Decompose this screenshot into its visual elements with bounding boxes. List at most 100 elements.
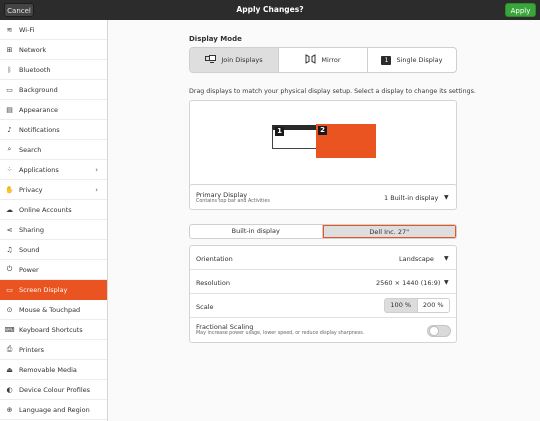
- monitor-1[interactable]: 1: [272, 125, 317, 149]
- sidebar-item-label: Device Colour Profiles: [19, 385, 91, 394]
- display-icon: ▭: [6, 285, 13, 294]
- single-display-label: Single Display: [396, 56, 443, 64]
- join-displays-label: Join Displays: [221, 56, 263, 64]
- join-displays-icon: [205, 54, 217, 66]
- single-display-button[interactable]: 1 Single Display: [368, 48, 456, 72]
- divider: [190, 269, 456, 270]
- tab-dell-27[interactable]: Dell Inc. 27": [322, 225, 456, 238]
- notifications-icon: ♪: [7, 125, 12, 134]
- sidebar-item-online-accounts[interactable]: ☁ Online Accounts: [0, 200, 107, 220]
- sidebar-item-search[interactable]: ⌕ Search: [0, 140, 107, 160]
- display-settings-card: Orientation Landscape ▼ Resolution 2560 …: [189, 245, 457, 343]
- appearance-icon: ▤: [6, 105, 13, 114]
- dropdown-arrow-icon: ▼: [444, 194, 449, 201]
- monitor-1-label: 1: [275, 127, 284, 136]
- sidebar-item-bluetooth[interactable]: ᛒ Bluetooth: [0, 60, 107, 80]
- scale-200-button[interactable]: 200 %: [417, 299, 449, 312]
- sidebar-item-power[interactable]: ⏻ Power: [0, 260, 107, 280]
- mouse-icon: ⊙: [6, 305, 13, 314]
- printer-icon: ⎙: [6, 345, 13, 353]
- network-icon: ⊞: [6, 45, 13, 54]
- sidebar-item-network[interactable]: ⊞ Network: [0, 40, 107, 60]
- power-icon: ⏻: [6, 265, 13, 273]
- online-accounts-icon: ☁: [6, 205, 13, 214]
- primary-display-row[interactable]: Primary Display Contains top bar and Act…: [189, 184, 457, 210]
- bluetooth-icon: ᛒ: [7, 65, 12, 74]
- single-display-icon: 1: [381, 55, 392, 65]
- sidebar-item-background[interactable]: ▭ Background: [0, 80, 107, 100]
- fractional-scaling-switch[interactable]: [427, 325, 451, 337]
- sidebar-item-applications[interactable]: ⁘ Applications ›: [0, 160, 107, 180]
- sidebar-item-label: Sharing: [19, 225, 44, 234]
- dialog-title: Apply Changes?: [236, 5, 304, 14]
- sidebar-item-printers[interactable]: ⎙ Printers: [0, 340, 107, 360]
- mirror-button[interactable]: Mirror: [279, 48, 368, 72]
- privacy-icon: ✋: [5, 185, 14, 194]
- sidebar-item-label: Notifications: [19, 125, 60, 134]
- sidebar-item-label: Removable Media: [19, 365, 77, 374]
- sidebar-item-label: Screen Display: [19, 285, 68, 294]
- sidebar-item-keyboard-shortcuts[interactable]: ⌨ Keyboard Shortcuts: [0, 320, 107, 340]
- primary-display-subtitle: Contains top bar and Activities: [196, 199, 270, 204]
- applications-icon: ⁘: [6, 165, 13, 174]
- primary-display-value: 1 Built-in display: [384, 194, 439, 202]
- fractional-scaling-label: Fractional Scaling: [196, 323, 254, 331]
- display-mode-selector: Join Displays Mirror 1 Single Display: [189, 47, 457, 73]
- sidebar-item-sharing[interactable]: ⋖ Sharing: [0, 220, 107, 240]
- display-tabs: Built-in display Dell Inc. 27": [189, 224, 457, 239]
- orientation-dropdown[interactable]: Landscape: [399, 255, 434, 263]
- sidebar-item-label: Applications: [19, 165, 59, 174]
- dropdown-arrow-icon: ▼: [444, 279, 449, 286]
- sidebar-item-mouse-touchpad[interactable]: ⊙ Mouse & Touchpad: [0, 300, 107, 320]
- cancel-button[interactable]: Cancel: [4, 3, 34, 17]
- language-icon: ⊕: [6, 405, 13, 414]
- sidebar-item-language-and-region[interactable]: ⊕ Language and Region: [0, 400, 107, 420]
- sidebar-item-wi-fi[interactable]: ≋ Wi-Fi: [0, 20, 107, 40]
- sound-icon: ♫: [6, 245, 13, 254]
- sidebar-item-sound[interactable]: ♫ Sound: [0, 240, 107, 260]
- monitor-2[interactable]: 2: [316, 124, 376, 158]
- header-bar: Apply Changes? Cancel Apply: [0, 0, 540, 20]
- switch-knob: [429, 326, 439, 336]
- resolution-dropdown[interactable]: 2560 × 1440 (16:9): [376, 279, 440, 287]
- tab-built-in-display[interactable]: Built-in display: [190, 225, 323, 238]
- sidebar-item-removable-media[interactable]: ⏏ Removable Media: [0, 360, 107, 380]
- sidebar-item-notifications[interactable]: ♪ Notifications: [0, 120, 107, 140]
- monitor-2-label: 2: [318, 126, 327, 135]
- sharing-icon: ⋖: [6, 225, 13, 234]
- sidebar-item-appearance[interactable]: ▤ Appearance: [0, 100, 107, 120]
- sidebar-item-screen-display[interactable]: ▭ Screen Display: [0, 280, 107, 300]
- sidebar-item-label: Printers: [19, 345, 45, 354]
- sidebar-item-label: Language and Region: [19, 405, 90, 414]
- sidebar-item-label: Network: [19, 45, 47, 54]
- search-icon: ⌕: [7, 145, 12, 153]
- colour-profiles-icon: ◐: [6, 385, 13, 394]
- orientation-label: Orientation: [196, 255, 233, 263]
- sidebar-item-privacy[interactable]: ✋ Privacy ›: [0, 180, 107, 200]
- wifi-icon: ≋: [6, 25, 13, 34]
- divider: [190, 293, 456, 294]
- mirror-icon: [305, 54, 316, 66]
- chevron-right-icon: ›: [95, 185, 98, 194]
- sidebar-item-label: Wi-Fi: [19, 25, 35, 34]
- removable-media-icon: ⏏: [6, 365, 13, 374]
- sidebar-item-label: Mouse & Touchpad: [19, 305, 81, 314]
- primary-display-label: Primary Display: [196, 191, 248, 199]
- display-mode-heading: Display Mode: [189, 35, 242, 43]
- dropdown-arrow-icon: ▼: [444, 255, 449, 262]
- scale-100-button[interactable]: 100 %: [385, 299, 418, 312]
- scale-selector: 100 % 200 %: [384, 298, 450, 313]
- sidebar-item-label: Bluetooth: [19, 65, 51, 74]
- sidebar-item-label: Keyboard Shortcuts: [19, 325, 83, 334]
- keyboard-icon: ⌨: [4, 325, 15, 334]
- resolution-label: Resolution: [196, 279, 230, 287]
- scale-label: Scale: [196, 303, 214, 311]
- sidebar-item-label: Privacy: [19, 185, 43, 194]
- sidebar-item-label: Online Accounts: [19, 205, 72, 214]
- sidebar-item-label: Appearance: [19, 105, 59, 114]
- sidebar-item-label: Power: [19, 265, 39, 274]
- sidebar-item-device-colour-profiles[interactable]: ◐ Device Colour Profiles: [0, 380, 107, 400]
- apply-button[interactable]: Apply: [505, 3, 536, 17]
- sidebar-item-label: Background: [19, 85, 58, 94]
- join-displays-button[interactable]: Join Displays: [190, 48, 279, 72]
